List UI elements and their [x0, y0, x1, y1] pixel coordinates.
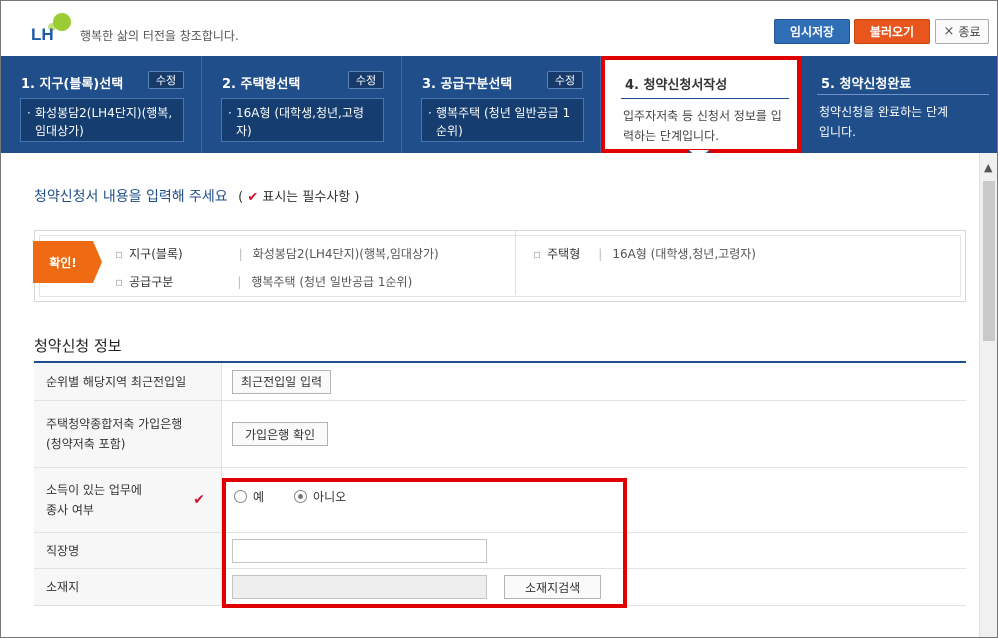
- field-label: 순위별 해당지역 최근전입일: [34, 363, 222, 400]
- vertical-scrollbar[interactable]: ▲: [979, 153, 997, 637]
- confirm-summary-box: 확인! ▫ 지구(블록) | 화성봉담2(LH4단지)(행복,임대상가) ▫ 공급구분 |…: [33, 230, 966, 302]
- close-icon: ×: [943, 24, 955, 39]
- form-row-bank: 주택청약종합저축 가입은행 (청약저축 포함) 가입은행 확인: [34, 401, 966, 468]
- move-in-date-button[interactable]: 최근전입일 입력: [232, 369, 332, 394]
- step-title: 2. 주택형선택: [222, 77, 301, 92]
- top-header: LH 행복한 삶의 터전을 창조합니다. 임시저장 불러오기 × 종료: [1, 1, 997, 56]
- scroll-up-icon[interactable]: ▲: [984, 161, 992, 174]
- step-1-edit-button[interactable]: 수정: [148, 71, 184, 89]
- step-title: 1. 지구(블록)선택: [21, 77, 124, 92]
- summary-housing-type: ▫ 주택형 | 16A형 (대학생,청년,고령자): [533, 247, 756, 261]
- step-title: 4. 청약신청서작성: [625, 78, 728, 93]
- slogan-text: 행복한 삶의 터전을 창조합니다.: [80, 29, 239, 43]
- scroll-thumb[interactable]: [983, 181, 995, 341]
- step-4-application-current: 4. 청약신청서작성 입주자저축 등 신청서 정보를 입력하는 단계입니다.: [601, 56, 801, 153]
- temp-save-button[interactable]: 임시저장: [774, 19, 850, 44]
- load-button[interactable]: 불러오기: [854, 19, 930, 44]
- bank-check-button[interactable]: 가입은행 확인: [232, 422, 329, 446]
- check-icon: ✔: [247, 190, 259, 205]
- step-1-value: 화성봉담2(LH4단지)(행복,임대상가): [20, 98, 184, 142]
- close-label: 종료: [958, 25, 981, 39]
- section-title: 청약신청 정보: [34, 337, 122, 355]
- summary-district: ▫ 지구(블록) | 화성봉담2(LH4단지)(행복,임대상가): [115, 247, 439, 261]
- field-label: 주택청약종합저축 가입은행 (청약저축 포함): [34, 401, 222, 467]
- field-label: 소득이 있는 업무에 종사 여부 ✔: [34, 468, 222, 532]
- highlight-box: [222, 478, 627, 608]
- close-button[interactable]: × 종료: [935, 19, 989, 44]
- step-desc: 청약신청을 완료하는 단계입니다.: [819, 105, 949, 139]
- required-note: ( ✔ 표시는 필수사항 ): [238, 190, 360, 205]
- field-label: 직장명: [34, 533, 222, 568]
- application-window: LH 행복한 삶의 터전을 창조합니다. 임시저장 불러오기 × 종료 1. 지…: [0, 0, 998, 638]
- summary-supply: ▫ 공급구분 | 행복주택 (청년 일반공급 1순위): [115, 275, 413, 289]
- step-5-complete: 5. 청약신청완료 청약신청을 완료하는 단계입니다.: [801, 56, 997, 153]
- form-row-move-in-date: 순위별 해당지역 최근전입일 최근전입일 입력: [34, 363, 966, 401]
- step-2-value: 16A형 (대학생,청년,고령자): [221, 98, 384, 142]
- step-2-edit-button[interactable]: 수정: [348, 71, 384, 89]
- required-check-icon: ✔: [193, 492, 205, 508]
- confirm-badge: 확인!: [33, 241, 102, 283]
- step-3-supply-type: 3. 공급구분선택 수정 행복주택 (청년 일반공급 1순위): [402, 56, 601, 153]
- field-label: 소재지: [34, 569, 222, 605]
- step-1-district: 1. 지구(블록)선택 수정 화성봉담2(LH4단지)(행복,임대상가): [1, 56, 202, 153]
- step-progress-bar: 1. 지구(블록)선택 수정 화성봉담2(LH4단지)(행복,임대상가) 2. …: [1, 56, 997, 153]
- intro-text: 청약신청서 내용을 입력해 주세요 ( ✔ 표시는 필수사항 ): [34, 189, 360, 205]
- step-3-edit-button[interactable]: 수정: [547, 71, 583, 89]
- step-title: 5. 청약신청완료: [821, 77, 912, 92]
- step-3-value: 행복주택 (청년 일반공급 1순위): [421, 98, 584, 142]
- lh-logo: LH: [31, 11, 77, 45]
- step-title: 3. 공급구분선택: [422, 77, 513, 92]
- step-2-housing-type: 2. 주택형선택 수정 16A형 (대학생,청년,고령자): [202, 56, 402, 153]
- step-desc: 입주자저축 등 신청서 정보를 입력하는 단계입니다.: [623, 109, 782, 143]
